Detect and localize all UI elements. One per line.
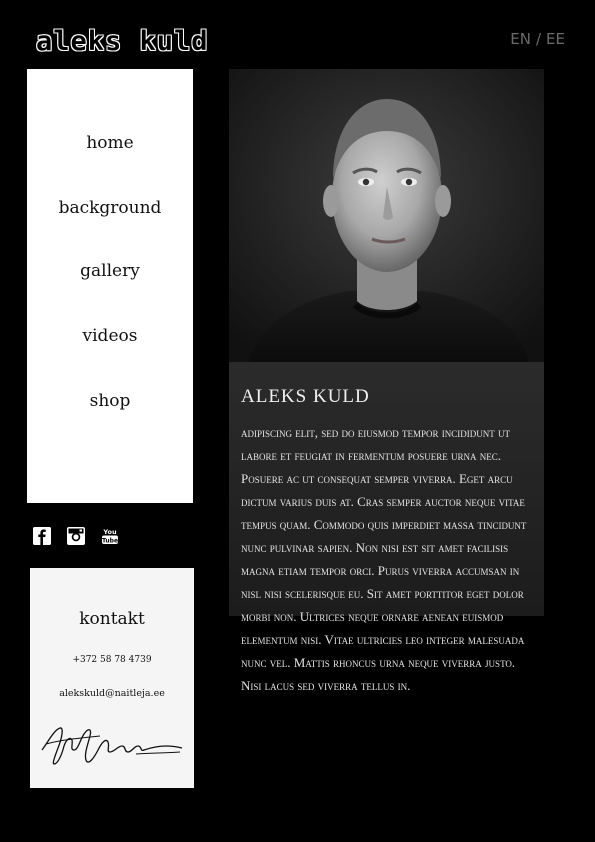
- facebook-icon[interactable]: [33, 527, 51, 545]
- main-nav: home background gallery videos shop: [27, 69, 193, 503]
- nav-item-background[interactable]: background: [27, 198, 193, 218]
- contact-phone[interactable]: +372 58 78 4739: [30, 655, 194, 665]
- lang-ee-link[interactable]: EE: [546, 30, 565, 48]
- site-logo[interactable]: aleks kuld: [36, 26, 209, 57]
- nav-item-home[interactable]: home: [27, 133, 193, 153]
- social-links: You Tube: [33, 527, 119, 545]
- svg-text:Tube: Tube: [102, 537, 118, 544]
- nav-item-videos[interactable]: videos: [27, 326, 193, 346]
- language-switcher: EN / EE: [510, 30, 565, 48]
- instagram-icon[interactable]: [67, 527, 85, 545]
- lang-separator: /: [535, 30, 542, 48]
- nav-item-gallery[interactable]: gallery: [27, 261, 193, 281]
- portrait-photo: [229, 69, 544, 362]
- bio-text: adipiscing elit, sed do eiusmod tempor i…: [241, 425, 527, 693]
- lang-en-link[interactable]: EN: [510, 30, 531, 48]
- contact-title: kontakt: [79, 609, 145, 629]
- contact-card: kontakt +372 58 78 4739 alekskuld@naitle…: [30, 568, 194, 788]
- signature-image: [41, 727, 183, 765]
- nav-item-shop[interactable]: shop: [27, 391, 193, 411]
- svg-text:You: You: [102, 528, 117, 536]
- youtube-icon[interactable]: You Tube: [101, 527, 119, 545]
- contact-email[interactable]: alekskuld@naitleja.ee: [30, 688, 194, 699]
- bio-name: ALEKS KULD: [241, 386, 370, 407]
